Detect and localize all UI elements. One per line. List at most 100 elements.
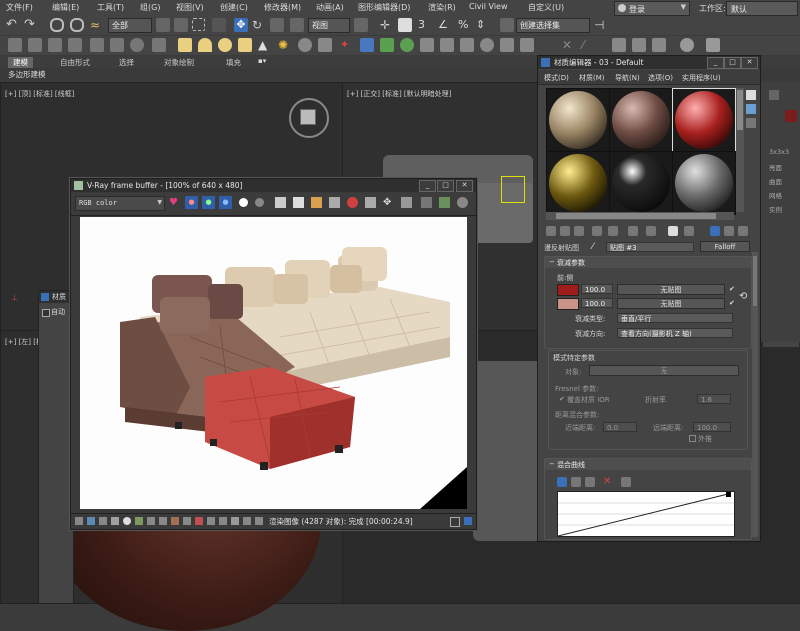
curve-editor-icon[interactable] <box>48 38 62 52</box>
menu-customize[interactable]: 自定义(U) <box>528 2 564 13</box>
status-icon-9[interactable] <box>171 517 179 525</box>
login-dropdown[interactable]: 登录 ▼ <box>614 1 690 16</box>
vray-channel-dropdown[interactable]: RGB color ▼ <box>75 196 165 211</box>
select-object-icon[interactable] <box>156 18 170 32</box>
falloff-direction-dropdown[interactable]: 查看方向(摄影机 Z 轴) <box>617 328 733 338</box>
near-distance-field[interactable]: 0.0 <box>603 422 637 432</box>
vray-fur-icon[interactable] <box>440 38 454 52</box>
region-render-icon[interactable] <box>365 197 376 208</box>
material-editor-scrollbar[interactable] <box>752 252 758 537</box>
side-map-button[interactable]: 无贴图 <box>617 298 725 309</box>
selection-filter-dropdown[interactable]: 全部 <box>108 18 152 33</box>
material-slot-4[interactable] <box>546 151 610 215</box>
snap-off-icon[interactable]: ✕ <box>562 38 576 52</box>
viewport-layout-5-icon[interactable] <box>706 38 720 52</box>
viewport-layout-2-icon[interactable] <box>632 38 646 52</box>
menu-tools[interactable]: 工具(T) <box>97 2 124 13</box>
scene-explorer-icon[interactable] <box>28 38 42 52</box>
layer-icon[interactable] <box>8 38 22 52</box>
status-icon-4[interactable] <box>111 517 119 525</box>
vray-dome-icon[interactable] <box>500 38 514 52</box>
mirror-icon[interactable]: ⊣ <box>594 18 608 32</box>
menu-group[interactable]: 组(G) <box>140 2 160 13</box>
status-icon-15[interactable] <box>243 517 251 525</box>
show-end-result-icon[interactable] <box>684 226 694 236</box>
window-crossing-icon[interactable] <box>212 18 226 32</box>
menu-create[interactable]: 创建(C) <box>220 2 248 13</box>
duplicate-icon[interactable] <box>311 197 322 208</box>
make-unique-icon[interactable] <box>608 226 618 236</box>
viewport-top-label[interactable]: [+] [顶] [标准] [线框] <box>5 89 74 99</box>
unlink-icon[interactable] <box>70 18 84 32</box>
pick-material-icon[interactable] <box>738 226 748 236</box>
delete-point-icon[interactable]: ✕ <box>603 476 611 487</box>
command-panel-item-0[interactable]: 3x3x3 <box>769 148 789 156</box>
material-slot-3[interactable] <box>672 88 736 152</box>
keyboard-shortcut-icon[interactable] <box>398 18 412 32</box>
go-to-parent-icon[interactable] <box>710 226 720 236</box>
vray-icon[interactable] <box>380 38 394 52</box>
material-editor-titlebar[interactable]: 材质编辑器 - 03 - Default _ □ ✕ <box>538 56 760 69</box>
clear-icon[interactable] <box>293 197 304 208</box>
helper-icon[interactable] <box>360 38 374 52</box>
material-editor-icon[interactable] <box>90 38 104 52</box>
select-by-name-icon[interactable] <box>174 18 188 32</box>
command-panel-item-1[interactable]: 亮面 <box>769 162 782 172</box>
add-point-icon[interactable] <box>585 477 595 487</box>
medit-minimize-button[interactable]: _ <box>707 57 724 69</box>
viewcube-icon[interactable] <box>289 98 329 138</box>
status-icon-6[interactable] <box>135 517 143 525</box>
command-panel-icon[interactable] <box>769 90 779 100</box>
stop-icon[interactable] <box>347 197 358 208</box>
teapot-icon[interactable] <box>298 38 312 52</box>
snap-3d-icon[interactable]: 3 <box>418 18 432 32</box>
rotate-icon[interactable]: ↻ <box>252 18 266 32</box>
vray-sphere-icon[interactable] <box>400 38 414 52</box>
ribbon-tab-freeform[interactable]: 自由形式 <box>60 57 90 68</box>
status-icon-2[interactable] <box>87 517 95 525</box>
status-expand-icon[interactable] <box>464 517 472 525</box>
background-icon[interactable] <box>746 118 756 128</box>
redo-icon[interactable]: ↷ <box>24 18 38 32</box>
scale-icon[interactable] <box>270 18 284 32</box>
alpha-channel-icon[interactable] <box>239 198 248 207</box>
sample-type-icon[interactable] <box>746 90 756 100</box>
percent-snap-icon[interactable]: % <box>458 18 472 32</box>
viewport-orthographic-label[interactable]: [+] [正交] [标准] [默认明暗处理] <box>347 89 451 99</box>
object-color-swatch[interactable] <box>785 110 797 122</box>
override-ior-checkbox[interactable]: ✔ <box>559 395 565 403</box>
status-icon-13[interactable] <box>219 517 227 525</box>
status-icon-3[interactable] <box>99 517 107 525</box>
menu-edit[interactable]: 编辑(E) <box>52 2 79 13</box>
status-icon-8[interactable] <box>159 517 167 525</box>
named-selection-set-dropdown[interactable]: 创建选择集 <box>516 18 590 33</box>
menu-civil-view[interactable]: Civil View <box>469 2 508 11</box>
get-material-icon[interactable] <box>546 226 556 236</box>
medit-close-button[interactable]: ✕ <box>741 57 758 69</box>
menu-graph-editors[interactable]: 图形编辑器(D) <box>358 2 410 13</box>
camera-icon[interactable]: ✦ <box>340 38 354 52</box>
viewport-layout-3-icon[interactable] <box>652 38 666 52</box>
cylinder-icon[interactable] <box>238 38 252 52</box>
ribbon-tab-modeling[interactable]: 建模 <box>8 57 33 68</box>
go-forward-icon[interactable] <box>724 226 734 236</box>
viewport-layout-4-icon[interactable] <box>680 38 694 52</box>
medit-menu-modes[interactable]: 模式(D) <box>544 73 569 83</box>
extrapolate-checkbox[interactable] <box>689 435 696 442</box>
vray-proxy-icon[interactable] <box>420 38 434 52</box>
pivot-icon[interactable] <box>354 18 368 32</box>
status-icon-16[interactable] <box>255 517 263 525</box>
side-map-toggle-icon[interactable]: ✔ <box>729 299 735 307</box>
blue-channel-button[interactable]: ● <box>219 196 232 209</box>
material-slot-2[interactable] <box>609 88 673 152</box>
material-slot-1[interactable] <box>546 88 610 152</box>
command-panel-item-4[interactable]: 实例 <box>769 204 782 214</box>
angle-snap-icon[interactable]: ∠ <box>438 18 452 32</box>
front-amount-field[interactable]: 100.0 <box>581 284 613 294</box>
medit-maximize-button[interactable]: □ <box>724 57 741 69</box>
eyedropper-icon[interactable]: ⁄ <box>592 242 594 252</box>
pin-icon[interactable]: ⁄ <box>582 38 596 52</box>
bind-spacewarp-icon[interactable]: ≈ <box>90 18 104 32</box>
vray-sun-icon[interactable] <box>520 38 534 52</box>
menu-modifiers[interactable]: 修改器(M) <box>264 2 301 13</box>
